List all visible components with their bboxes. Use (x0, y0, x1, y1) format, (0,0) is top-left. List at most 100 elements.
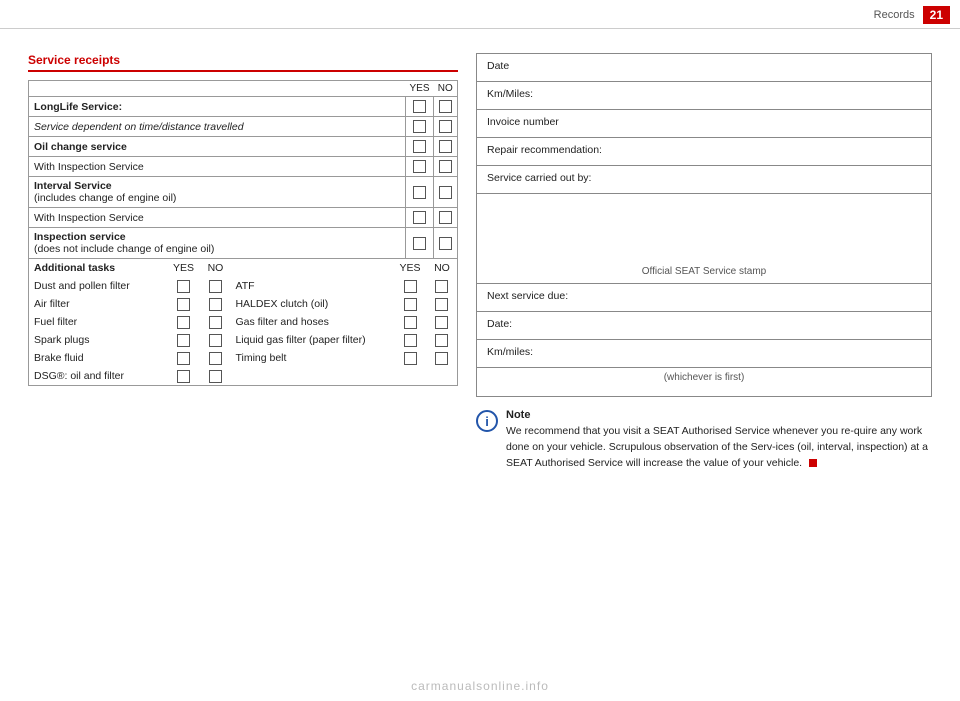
stamp-label: Official SEAT Service stamp (642, 266, 767, 277)
checkbox-yes[interactable] (177, 280, 190, 293)
row-label-main: Inspection service (34, 231, 126, 243)
checkbox-yes[interactable] (177, 352, 190, 365)
checkbox-yes[interactable] (404, 280, 417, 293)
addl-yes-label2: YES (393, 259, 427, 277)
checkbox-no[interactable] (209, 352, 222, 365)
addl-right-no-check[interactable] (427, 313, 457, 331)
info-icon: i (476, 410, 498, 432)
addl-right-yes-check[interactable] (393, 295, 427, 313)
row-label: Oil change service (29, 137, 406, 157)
addl-yes-check[interactable] (167, 295, 201, 313)
checkbox-no[interactable] (439, 100, 452, 113)
addl-no-check[interactable] (200, 349, 230, 367)
checkbox-yes[interactable] (413, 237, 426, 250)
checkbox-yes[interactable] (404, 316, 417, 329)
addl-right-yes-check[interactable] (393, 349, 427, 367)
no-checkbox[interactable] (434, 157, 458, 177)
checkbox-yes[interactable] (413, 100, 426, 113)
no-checkbox[interactable] (434, 97, 458, 117)
checkbox-no[interactable] (435, 280, 448, 293)
addl-right-no-check[interactable] (427, 349, 457, 367)
checkbox-yes[interactable] (177, 370, 190, 383)
no-checkbox[interactable] (434, 228, 458, 259)
addl-right-item: Timing belt (230, 349, 393, 367)
addl-right-item: Liquid gas filter (paper filter) (230, 331, 393, 349)
no-checkbox[interactable] (434, 177, 458, 208)
checkbox-no[interactable] (439, 211, 452, 224)
checkbox-no[interactable] (209, 316, 222, 329)
service-table: YES NO LongLife Service: Service depende… (28, 80, 458, 386)
checkbox-yes[interactable] (404, 334, 417, 347)
checkbox-no[interactable] (209, 280, 222, 293)
addl-right-no-check[interactable] (427, 277, 457, 295)
addl-no-label2: NO (427, 259, 457, 277)
left-column: Service receipts YES NO LongLife Service… (28, 53, 458, 471)
checkbox-yes[interactable] (413, 140, 426, 153)
yes-col-header: YES (405, 81, 433, 97)
checkbox-no[interactable] (439, 120, 452, 133)
checkbox-no[interactable] (209, 298, 222, 311)
checkbox-yes[interactable] (413, 211, 426, 224)
checkbox-yes[interactable] (177, 334, 190, 347)
yes-checkbox[interactable] (405, 137, 433, 157)
no-checkbox[interactable] (434, 208, 458, 228)
checkbox-yes[interactable] (404, 352, 417, 365)
row-label: Interval Service(includes change of engi… (29, 177, 406, 208)
page-header: Records 21 (0, 0, 960, 29)
checkbox-no[interactable] (435, 352, 448, 365)
yes-checkbox[interactable] (405, 208, 433, 228)
yes-checkbox[interactable] (405, 157, 433, 177)
addl-right-label-col (230, 259, 393, 277)
yes-checkbox[interactable] (405, 117, 433, 137)
yes-checkbox[interactable] (405, 177, 433, 208)
addl-right-no-check[interactable] (427, 295, 457, 313)
addl-right-no-check[interactable] (427, 331, 457, 349)
checkbox-no[interactable] (439, 186, 452, 199)
addl-yes-check[interactable] (167, 349, 201, 367)
addl-yes-check[interactable] (167, 331, 201, 349)
table-row: Interval Service(includes change of engi… (29, 177, 458, 208)
addl-left-item: Dust and pollen filter (29, 277, 167, 295)
checkbox-yes[interactable] (177, 316, 190, 329)
addl-no-check[interactable] (200, 367, 230, 385)
row-label-main: Interval Service (34, 180, 112, 192)
checkbox-no[interactable] (435, 298, 448, 311)
no-checkbox[interactable] (434, 117, 458, 137)
yes-checkbox[interactable] (405, 97, 433, 117)
whichever-label: (whichever is first) (664, 372, 745, 383)
addl-no-check[interactable] (200, 295, 230, 313)
no-checkbox[interactable] (434, 137, 458, 157)
yes-checkbox[interactable] (405, 228, 433, 259)
checkbox-no[interactable] (209, 334, 222, 347)
addl-right-yes-check[interactable] (393, 277, 427, 295)
row-label: Service dependent on time/distance trave… (29, 117, 406, 137)
watermark: carmanualsonline.info (411, 679, 549, 693)
checkbox-no[interactable] (435, 316, 448, 329)
whichever-row: (whichever is first) (477, 368, 931, 396)
addl-right-item: ATF (230, 277, 393, 295)
checkbox-no[interactable] (439, 140, 452, 153)
service-by-row: Service carried out by: (477, 166, 931, 194)
checkbox-no[interactable] (209, 370, 222, 383)
checkbox-yes[interactable] (413, 120, 426, 133)
addl-yes-check[interactable] (167, 277, 201, 295)
addl-right-yes-check[interactable] (393, 313, 427, 331)
checkbox-yes[interactable] (413, 160, 426, 173)
checkbox-no[interactable] (435, 334, 448, 347)
addl-yes-check[interactable] (167, 367, 201, 385)
addl-yes-check[interactable] (167, 313, 201, 331)
checkbox-no[interactable] (439, 237, 452, 250)
checkbox-no[interactable] (439, 160, 452, 173)
addl-row: Spark plugs Liquid gas filter (paper fil… (29, 331, 457, 349)
addl-no-check[interactable] (200, 313, 230, 331)
info-icon-letter: i (485, 414, 489, 429)
additional-tasks-table: Additional tasks YES NO YES NO Dust and (29, 259, 457, 385)
addl-no-check[interactable] (200, 331, 230, 349)
addl-no-check[interactable] (200, 277, 230, 295)
checkbox-yes[interactable] (413, 186, 426, 199)
addl-right-yes-empty (393, 367, 427, 385)
checkbox-yes[interactable] (404, 298, 417, 311)
addl-right-yes-check[interactable] (393, 331, 427, 349)
checkbox-yes[interactable] (177, 298, 190, 311)
addl-row: Brake fluid Timing belt (29, 349, 457, 367)
